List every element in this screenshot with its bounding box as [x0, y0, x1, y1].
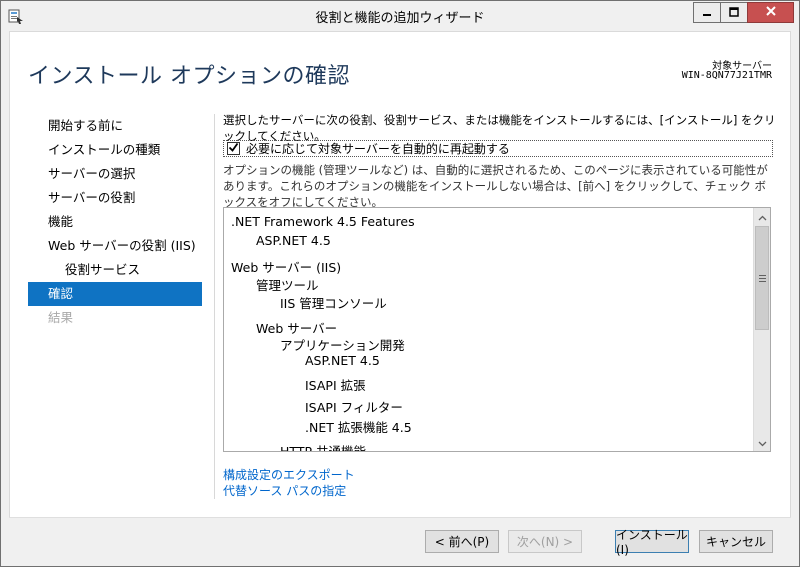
nav-item-server-selection[interactable]: サーバーの選択: [28, 162, 202, 186]
feature-item: .NET 拡張機能 4.5: [305, 420, 412, 435]
scroll-up-button[interactable]: [754, 208, 770, 225]
nav-item-features[interactable]: 機能: [28, 210, 202, 234]
close-icon: [765, 5, 777, 20]
feature-item: ISAPI フィルター: [305, 400, 403, 415]
wizard-footer: < 前へ(P) 次へ(N) > インストール(I) キャンセル: [9, 517, 791, 558]
optional-features-note: オプションの機能 (管理ツールなど) は、自動的に選択されるため、このページに表…: [223, 163, 768, 209]
wizard-nav: 開始する前に インストールの種類 サーバーの選択 サーバーの役割 機能 Web …: [28, 114, 202, 330]
feature-list-content: .NET Framework 4.5 Features ASP.NET 4.5 …: [224, 208, 754, 451]
nav-item-installation-type[interactable]: インストールの種類: [28, 138, 202, 162]
export-config-link[interactable]: 構成設定のエクスポート: [223, 467, 355, 483]
window-title: 役割と機能の追加ウィザード: [315, 11, 485, 26]
alternate-source-link[interactable]: 代替ソース パスの指定: [223, 483, 355, 499]
title-bar[interactable]: 役割と機能の追加ウィザード: [1, 1, 799, 31]
checkmark-icon: [228, 142, 239, 156]
chevron-down-icon: [758, 436, 767, 450]
chevron-up-icon: [758, 210, 767, 224]
minimize-button[interactable]: [693, 2, 720, 23]
nav-item-before-you-begin[interactable]: 開始する前に: [28, 114, 202, 138]
target-server-value: WIN-8QN77J21TMR: [681, 70, 772, 81]
feature-item: IIS 管理コンソール: [280, 296, 387, 311]
feature-item: ASP.NET 4.5: [305, 353, 380, 368]
previous-button[interactable]: < 前へ(P): [425, 530, 499, 553]
feature-item: 管理ツール: [256, 278, 319, 293]
page-title: インストール オプションの確認: [28, 64, 351, 89]
feature-item: .NET Framework 4.5 Features: [231, 214, 415, 229]
cancel-button[interactable]: キャンセル: [699, 530, 773, 553]
feature-item: HTTP 共通機能: [280, 441, 366, 451]
feature-list[interactable]: .NET Framework 4.5 Features ASP.NET 4.5 …: [223, 207, 771, 452]
scroll-down-button[interactable]: [754, 434, 770, 451]
nav-item-role-services[interactable]: 役割サービス: [28, 258, 202, 282]
auto-restart-checkbox[interactable]: [227, 142, 240, 155]
wizard-content: インストール オプションの確認 対象サーバー WIN-8QN77J21TMR 開…: [9, 31, 791, 558]
close-button[interactable]: [747, 2, 794, 23]
feature-item: ISAPI 拡張: [305, 378, 366, 393]
feature-list-scrollbar[interactable]: [753, 208, 770, 451]
wizard-window: 役割と機能の追加ウィザード インストール オプションの確認 対象サーバー WIN…: [0, 0, 800, 567]
nav-item-confirmation[interactable]: 確認: [28, 282, 202, 306]
maximize-button[interactable]: [720, 2, 747, 23]
scroll-thumb[interactable]: [755, 226, 769, 330]
auto-restart-checkbox-row[interactable]: 必要に応じて対象サーバーを自動的に再起動する: [223, 140, 773, 157]
minimize-icon: [702, 6, 712, 20]
nav-item-web-server-role[interactable]: Web サーバーの役割 (IIS): [28, 234, 202, 258]
feature-item: ASP.NET 4.5: [256, 233, 331, 248]
feature-item: アプリケーション開発: [280, 338, 405, 353]
next-button: 次へ(N) >: [508, 530, 582, 553]
nav-item-results: 結果: [48, 310, 74, 325]
grip-icon: [758, 271, 766, 285]
nav-divider: [214, 114, 215, 499]
main-panel: 選択したサーバーに次の役割、役割サービス、または機能をインストールするには、[イ…: [223, 112, 783, 498]
nav-item-server-roles[interactable]: サーバーの役割: [28, 186, 202, 210]
install-button[interactable]: インストール(I): [615, 528, 689, 557]
feature-item: Web サーバー (IIS): [231, 260, 342, 275]
links-area: 構成設定のエクスポート 代替ソース パスの指定: [223, 467, 355, 499]
maximize-icon: [729, 6, 739, 20]
auto-restart-label: 必要に応じて対象サーバーを自動的に再起動する: [246, 142, 510, 156]
